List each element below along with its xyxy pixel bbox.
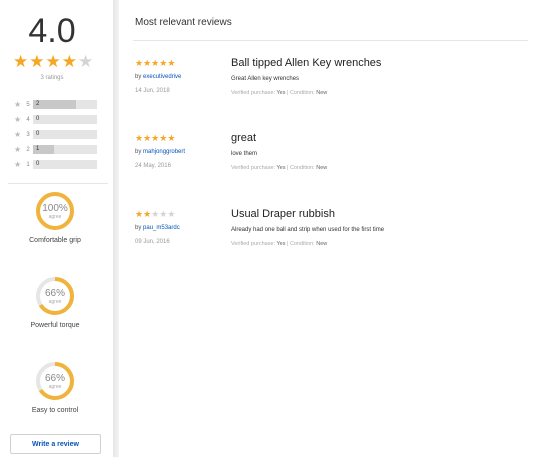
histogram-row[interactable]: ★ 1 0 [14, 158, 104, 171]
star-icon: ★ [143, 58, 152, 68]
histogram-bar: 0 [33, 160, 97, 169]
histogram-bar: 0 [33, 130, 97, 139]
star-icon: ★ [135, 133, 144, 143]
gauge-agree: agree [48, 299, 62, 305]
review-title: Usual Draper rubbish [231, 208, 335, 220]
star-icon: ★ [78, 52, 94, 71]
histogram-row[interactable]: ★ 3 0 [14, 128, 104, 141]
histogram-star-value: 2 [26, 146, 30, 153]
review-body: Great Allen key wrenches [231, 76, 300, 82]
gauge-percent: 66% [44, 373, 65, 384]
review-date: 14 Jun, 2018 [135, 88, 170, 94]
histogram-row[interactable]: ★ 4 0 [14, 113, 104, 126]
star-icon: ★ [14, 130, 22, 139]
star-icon: ★ [135, 209, 144, 219]
review-body: love them [231, 151, 258, 157]
review-byline: by mahjonggrobert [135, 149, 186, 155]
star-icon: ★ [159, 209, 168, 219]
star-icon: ★ [159, 58, 168, 68]
average-rating: 4.0 [28, 12, 76, 50]
star-icon: ★ [14, 145, 22, 154]
review-byline: by executivedrive [135, 74, 182, 80]
review-stars: ★ ★ ★ ★ ★ [135, 59, 175, 68]
star-icon: ★ [13, 52, 29, 71]
star-icon: ★ [167, 209, 176, 219]
review-author-link[interactable]: mahjonggrobert [143, 149, 185, 155]
review-title: Ball tipped Allen Key wrenches [231, 57, 382, 69]
review-title: great [231, 132, 257, 144]
gauge-agree: agree [48, 384, 62, 390]
star-icon: ★ [14, 100, 22, 109]
attribute-gauge-easy-to-control: 66% agree Easy to control [0, 360, 110, 414]
gauge-label: Powerful torque [30, 322, 80, 329]
star-icon: ★ [61, 52, 77, 71]
histogram-star-value: 4 [26, 116, 30, 123]
attribute-gauge-powerful-torque: 66% agree Powerful torque [0, 275, 110, 329]
divider [8, 183, 108, 184]
histogram-star-value: 1 [26, 161, 30, 168]
histogram-count: 2 [36, 101, 40, 107]
review-body: Already had one ball and strip when used… [231, 227, 385, 233]
rating-summary-panel: 4.0 ★ ★ ★ ★ ★ 3 ratings ★ 5 2 ★ 4 0 ★ 3 0 ★ 2 1 ★ 1 0 100%… [0, 0, 113, 457]
divider [133, 40, 528, 41]
histogram-count: 1 [36, 146, 40, 152]
review-meta: Verified purchase: Yes | Condition: New [231, 165, 328, 171]
star-icon: ★ [14, 160, 22, 169]
gauge-label: Easy to control [31, 407, 79, 414]
section-title: Most relevant reviews [135, 17, 232, 28]
average-stars: ★ ★ ★ ★ ★ [13, 53, 93, 70]
star-icon: ★ [151, 58, 160, 68]
review-date: 09 Jun, 2016 [135, 239, 170, 245]
gauge-percent: 100% [42, 203, 68, 214]
star-icon: ★ [14, 115, 22, 124]
star-icon: ★ [45, 52, 61, 71]
star-icon: ★ [151, 133, 160, 143]
review-meta: Verified purchase: Yes | Condition: New [231, 90, 328, 96]
review-date: 24 May, 2016 [135, 163, 171, 169]
histogram-star-value: 3 [26, 131, 30, 138]
star-icon: ★ [143, 209, 152, 219]
histogram-count: 0 [36, 131, 40, 137]
histogram-bar: 1 [33, 145, 97, 154]
star-icon: ★ [159, 133, 168, 143]
histogram-row[interactable]: ★ 5 2 [14, 98, 104, 111]
histogram-bar: 0 [33, 115, 97, 124]
review-meta: Verified purchase: Yes | Condition: New [231, 241, 328, 247]
review-author-link[interactable]: pau_m53ardc [143, 225, 180, 231]
ratings-count: 3 ratings [40, 75, 64, 81]
gauge-agree: agree [48, 214, 62, 220]
histogram-bar-fill [33, 100, 76, 109]
review-stars: ★ ★ ★ ★ ★ [135, 210, 175, 219]
write-review-button[interactable]: Write a review [10, 434, 101, 454]
star-icon: ★ [135, 58, 144, 68]
star-icon: ★ [29, 52, 45, 71]
histogram-count: 0 [36, 161, 40, 167]
gauge-percent: 66% [44, 288, 65, 299]
histogram-count: 0 [36, 116, 40, 122]
star-icon: ★ [167, 58, 176, 68]
star-icon: ★ [167, 133, 176, 143]
review-stars: ★ ★ ★ ★ ★ [135, 134, 175, 143]
review-byline: by pau_m53ardc [135, 225, 180, 231]
gauge-label: Comfortable grip [29, 237, 81, 244]
star-icon: ★ [151, 209, 160, 219]
attribute-gauge-comfortable-grip: 100% agree Comfortable grip [0, 190, 110, 244]
star-icon: ★ [143, 133, 152, 143]
reviews-panel: Most relevant reviews ★ ★ ★ ★ ★ by executive… [119, 0, 545, 457]
histogram-bar: 2 [33, 100, 97, 109]
histogram-row[interactable]: ★ 2 1 [14, 143, 104, 156]
rating-histogram: ★ 5 2 ★ 4 0 ★ 3 0 ★ 2 1 ★ 1 0 [14, 98, 104, 173]
histogram-star-value: 5 [26, 101, 30, 108]
review-author-link[interactable]: executivedrive [143, 74, 181, 80]
